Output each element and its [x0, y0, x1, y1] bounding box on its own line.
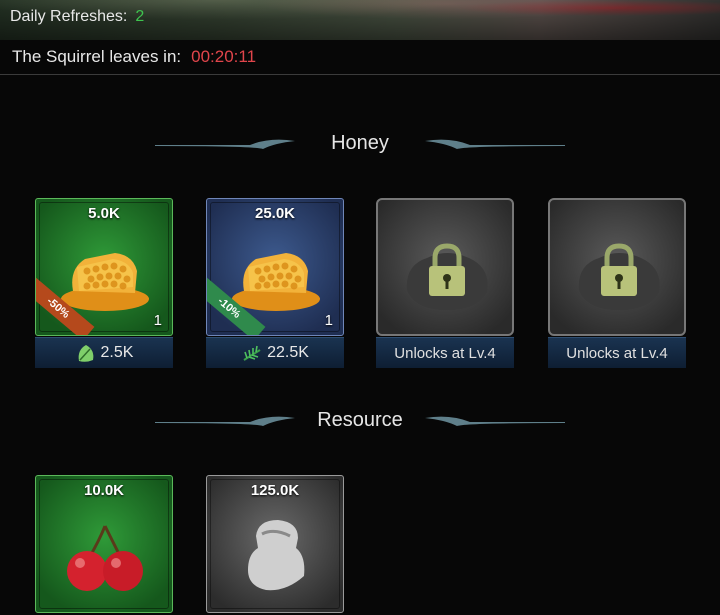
item-amount: 5.0K [88, 205, 120, 222]
price-button[interactable]: 22.5K [206, 337, 344, 368]
shop-item-locked: Unlocks at Lv.4 [548, 198, 686, 368]
item-quantity: 1 [153, 312, 162, 329]
lock-icon [578, 243, 660, 310]
item-amount: 10.0K [83, 482, 125, 499]
shop-item-honey-large[interactable]: 25.0K -10% 1 22.5K [206, 198, 344, 368]
section-header-honey: Honey [0, 128, 720, 158]
leaf-icon [78, 345, 93, 362]
section-header-resource: Resource [0, 405, 720, 435]
refresh-label: Daily Refreshes: [10, 8, 128, 25]
locked-tile [376, 198, 514, 336]
shop-item-cherry[interactable]: 10.0K [35, 475, 173, 615]
item-amount: 125.0K [250, 482, 300, 499]
ornament-right-icon [425, 139, 565, 149]
unlock-bar: Unlocks at Lv.4 [548, 337, 686, 368]
item-tile[interactable]: 10.0K [35, 475, 173, 613]
refresh-count: 2 [135, 8, 145, 25]
shop-item-honey-small[interactable]: 5.0K -50% 1 2.5K [35, 198, 173, 368]
divider [0, 74, 720, 75]
price-label: 22.5K [267, 344, 309, 361]
item-tile[interactable]: 25.0K -10% 1 [206, 198, 344, 336]
section-title: Honey [331, 132, 389, 154]
item-tile[interactable]: 5.0K -50% 1 [35, 198, 173, 336]
item-quantity: 1 [324, 312, 333, 329]
item-amount: 25.0K [254, 205, 296, 222]
shop-item-resource[interactable]: 125.0K [206, 475, 344, 615]
unlock-label: Unlocks at Lv.4 [394, 344, 496, 362]
lock-icon [406, 243, 488, 310]
item-tile[interactable]: 125.0K [206, 475, 344, 613]
unlock-label: Unlocks at Lv.4 [566, 344, 668, 362]
locked-tile [548, 198, 686, 336]
ornament-right-icon [425, 416, 565, 426]
section-title: Resource [317, 409, 403, 431]
unlock-bar: Unlocks at Lv.4 [376, 337, 514, 368]
timer-value: 00:20:11 [191, 47, 257, 66]
price-label: 2.5K [100, 344, 134, 361]
herb-icon [243, 345, 261, 361]
daily-refreshes: Daily Refreshes: 2 [10, 8, 144, 26]
resource-icon [248, 520, 305, 591]
squirrel-label: The Squirrel leaves in: [12, 47, 182, 66]
squirrel-timer: The Squirrel leaves in: 00:20:11 [12, 47, 256, 67]
shop-item-locked: Unlocks at Lv.4 [376, 198, 514, 368]
price-button[interactable]: 2.5K [35, 337, 173, 368]
cherry-icon [67, 525, 143, 591]
